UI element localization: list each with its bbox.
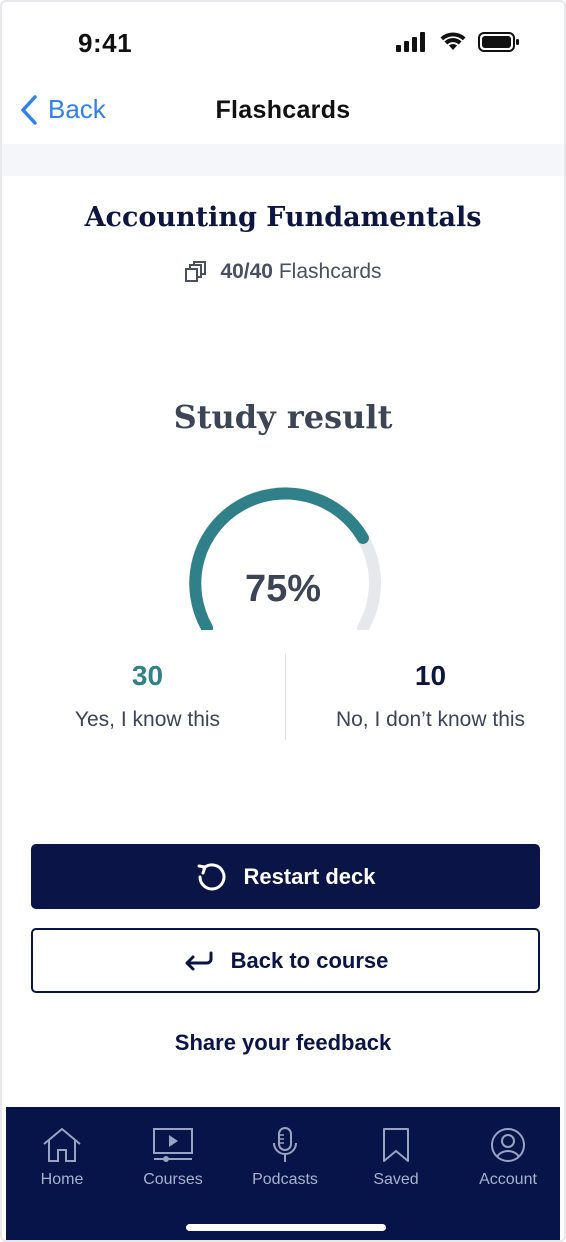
result-percent: 75% bbox=[244, 568, 322, 610]
battery-icon bbox=[478, 32, 519, 52]
home-indicator bbox=[186, 1224, 386, 1231]
known-stat: 30 Yes, I know this bbox=[2, 654, 285, 732]
tab-podcasts-label: Podcasts bbox=[252, 1171, 318, 1188]
restart-icon bbox=[197, 862, 226, 890]
page-title: Flashcards bbox=[215, 96, 351, 124]
deck-count: 40/40 Flashcards bbox=[2, 260, 564, 284]
deck-count-text: 40/40 Flashcards bbox=[220, 260, 381, 284]
bookmark-icon bbox=[383, 1128, 409, 1162]
navigation-bar: Back Flashcards bbox=[2, 82, 564, 144]
unknown-stat: 10 No, I don’t know this bbox=[285, 654, 564, 732]
tab-podcasts[interactable]: Podcasts bbox=[229, 1127, 341, 1189]
status-bar: 9:41 bbox=[2, 2, 564, 82]
unknown-label: No, I don’t know this bbox=[335, 708, 526, 731]
tab-courses[interactable]: Courses bbox=[117, 1127, 229, 1189]
video-course-icon bbox=[153, 1128, 193, 1162]
deck-count-strong: 40/40 bbox=[220, 260, 273, 283]
known-label: Yes, I know this bbox=[74, 708, 221, 731]
back-to-course-button[interactable]: Back to course bbox=[31, 928, 540, 993]
study-result-title: Study result bbox=[173, 398, 393, 436]
user-icon bbox=[491, 1128, 525, 1162]
microphone-icon bbox=[273, 1127, 297, 1162]
header-divider bbox=[2, 144, 564, 176]
unknown-count: 10 bbox=[414, 660, 447, 691]
back-to-course-label: Back to course bbox=[230, 947, 389, 973]
status-icons bbox=[396, 32, 520, 52]
deck-count-suffix: Flashcards bbox=[278, 260, 382, 283]
share-feedback-link[interactable]: Share your feedback bbox=[2, 1030, 564, 1056]
home-icon bbox=[43, 1127, 81, 1162]
tab-account-label: Account bbox=[479, 1171, 537, 1188]
tab-saved[interactable]: Saved bbox=[340, 1127, 452, 1189]
return-arrow-icon bbox=[185, 951, 213, 970]
status-time: 9:41 bbox=[78, 28, 133, 58]
bottom-tab-bar: Home Courses Podcasts Saved Account bbox=[6, 1107, 560, 1240]
screen: 9:41 Back Flashcards Accounting Fundamen… bbox=[0, 0, 566, 1242]
cellular-signal-icon bbox=[396, 32, 425, 52]
tab-courses-label: Courses bbox=[143, 1171, 203, 1188]
known-count: 30 bbox=[131, 660, 164, 691]
tab-account[interactable]: Account bbox=[452, 1127, 564, 1189]
wifi-icon bbox=[440, 32, 466, 50]
restart-deck-label: Restart deck bbox=[243, 863, 376, 889]
tab-home[interactable]: Home bbox=[6, 1127, 118, 1189]
tab-home-label: Home bbox=[40, 1171, 84, 1188]
deck-title: Accounting Fundamentals bbox=[84, 202, 482, 233]
tab-saved-label: Saved bbox=[373, 1171, 419, 1188]
restart-deck-button[interactable]: Restart deck bbox=[31, 844, 540, 909]
result-stats: 30 Yes, I know this 10 No, I don’t know … bbox=[2, 654, 564, 740]
cards-stack-icon bbox=[185, 261, 207, 282]
